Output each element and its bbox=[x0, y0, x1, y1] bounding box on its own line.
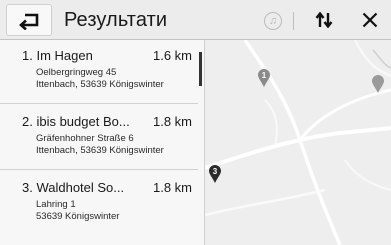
header-divider bbox=[293, 12, 294, 30]
results-list[interactable]: 1. Im Hagen 1.6 km Oelbergringweg 45 Itt… bbox=[0, 40, 205, 245]
map-marker-1[interactable]: 1 bbox=[257, 68, 271, 88]
back-button[interactable] bbox=[6, 4, 52, 36]
map-marker-3[interactable]: 3 bbox=[208, 164, 222, 184]
result-name: 2. ibis budget Bo... bbox=[22, 114, 130, 129]
result-city: 53639 Königswinter bbox=[36, 211, 120, 222]
sort-button[interactable] bbox=[304, 4, 344, 36]
marker-1-label: 1 bbox=[262, 71, 267, 80]
map-roads bbox=[205, 40, 391, 245]
result-city: Ittenbach, 53639 Königswinter bbox=[36, 79, 164, 90]
result-street: Oelbergringweg 45 bbox=[36, 67, 117, 78]
result-city: Ittenbach, 53639 Königswinter bbox=[36, 145, 164, 156]
navigation-results-screen: Результати ♫ 1. Im Hagen 1.6 km Oelbergr… bbox=[0, 0, 391, 245]
map-view[interactable]: 1 3 bbox=[205, 40, 391, 245]
result-name: 3. Waldhotel So... bbox=[22, 180, 125, 195]
list-scrollbar[interactable] bbox=[199, 52, 202, 86]
music-note-icon[interactable]: ♫ bbox=[264, 12, 282, 30]
close-button[interactable] bbox=[354, 4, 388, 36]
result-street: Lahring 1 bbox=[36, 199, 76, 210]
sort-arrows-icon bbox=[315, 12, 333, 28]
result-name: 1. Im Hagen bbox=[22, 48, 93, 63]
map-marker-2-partial[interactable] bbox=[371, 74, 385, 94]
result-distance: 1.8 km bbox=[152, 114, 192, 129]
header-bar: Результати ♫ bbox=[0, 0, 391, 40]
page-title: Результати bbox=[64, 9, 168, 31]
result-distance: 1.8 km bbox=[152, 180, 192, 195]
result-street: Gräfenhohner Straße 6 bbox=[36, 133, 134, 144]
result-distance: 1.6 km bbox=[152, 48, 192, 63]
close-x-icon bbox=[362, 12, 378, 28]
list-item[interactable]: 2. ibis budget Bo... 1.8 km Gräfenhohner… bbox=[0, 106, 198, 170]
back-arrow-icon bbox=[19, 13, 39, 30]
list-item[interactable]: 1. Im Hagen 1.6 km Oelbergringweg 45 Itt… bbox=[0, 40, 198, 104]
marker-3-label: 3 bbox=[213, 167, 218, 176]
list-item[interactable]: 3. Waldhotel So... 1.8 km Lahring 1 5363… bbox=[0, 172, 198, 236]
